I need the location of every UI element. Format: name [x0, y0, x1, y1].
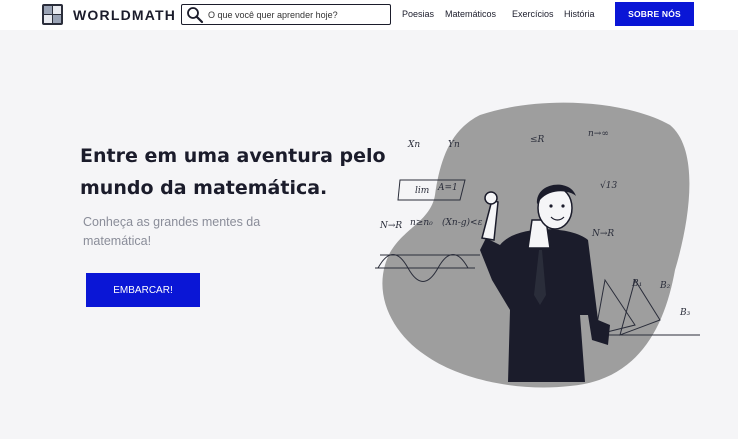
formula-xn-yn: Xn: [407, 140, 420, 150]
nav-link-matematicos[interactable]: Matemáticos: [445, 9, 496, 19]
embarcar-button[interactable]: EMBARCAR!: [86, 273, 200, 307]
brand-name[interactable]: WORLDMATH: [73, 7, 176, 23]
formula-n-to-r-left: N→R: [379, 221, 402, 231]
formula-lim: lim: [415, 186, 429, 196]
teacher-illustration: Xn Yn ≤R n→∞ lim A=1 N→R n≥n₀ (Xn-g)<ε √…: [375, 102, 700, 388]
formula-n-to-r-right: N→R: [591, 229, 614, 239]
formula-n-geq-n0: n≥n₀: [410, 218, 433, 228]
formula-n-to-infinity: n→∞: [588, 129, 609, 139]
formula-xn-leq-r: ≤R: [530, 135, 545, 145]
formula-yn: Yn: [448, 140, 460, 150]
sobre-nos-button[interactable]: SOBRE NÓS: [615, 2, 694, 26]
nav-link-poesias[interactable]: Poesias: [402, 9, 434, 19]
hero-headline-line-2: mundo da matemática.: [80, 177, 328, 199]
hero-headline-line-1: Entre em uma aventura pelo: [80, 145, 386, 167]
search-box[interactable]: [181, 4, 391, 25]
nav-link-exercicios[interactable]: Exercícios: [512, 9, 554, 19]
hero-headline: Entre em uma aventura pelo mundo da mate…: [80, 140, 400, 204]
formula-b3: B₃: [679, 308, 691, 318]
formula-sqrt-13: √13: [600, 180, 617, 191]
search-icon[interactable]: [186, 6, 204, 24]
formula-b1: B₁: [631, 279, 642, 289]
top-navbar: WORLDMATH Poesias Matemáticos Exercícios…: [0, 0, 738, 30]
hero-subtitle: Conheça as grandes mentes da matemática!: [83, 215, 261, 248]
formula-b2: B₂: [659, 281, 671, 291]
search-input[interactable]: [208, 7, 386, 22]
formula-xn-minus-g: (Xn-g)<ε: [442, 217, 483, 228]
formula-a-equals-1: A=1: [437, 183, 458, 193]
worldmath-logo-icon[interactable]: [42, 4, 63, 25]
nav-link-historia[interactable]: História: [564, 9, 595, 19]
